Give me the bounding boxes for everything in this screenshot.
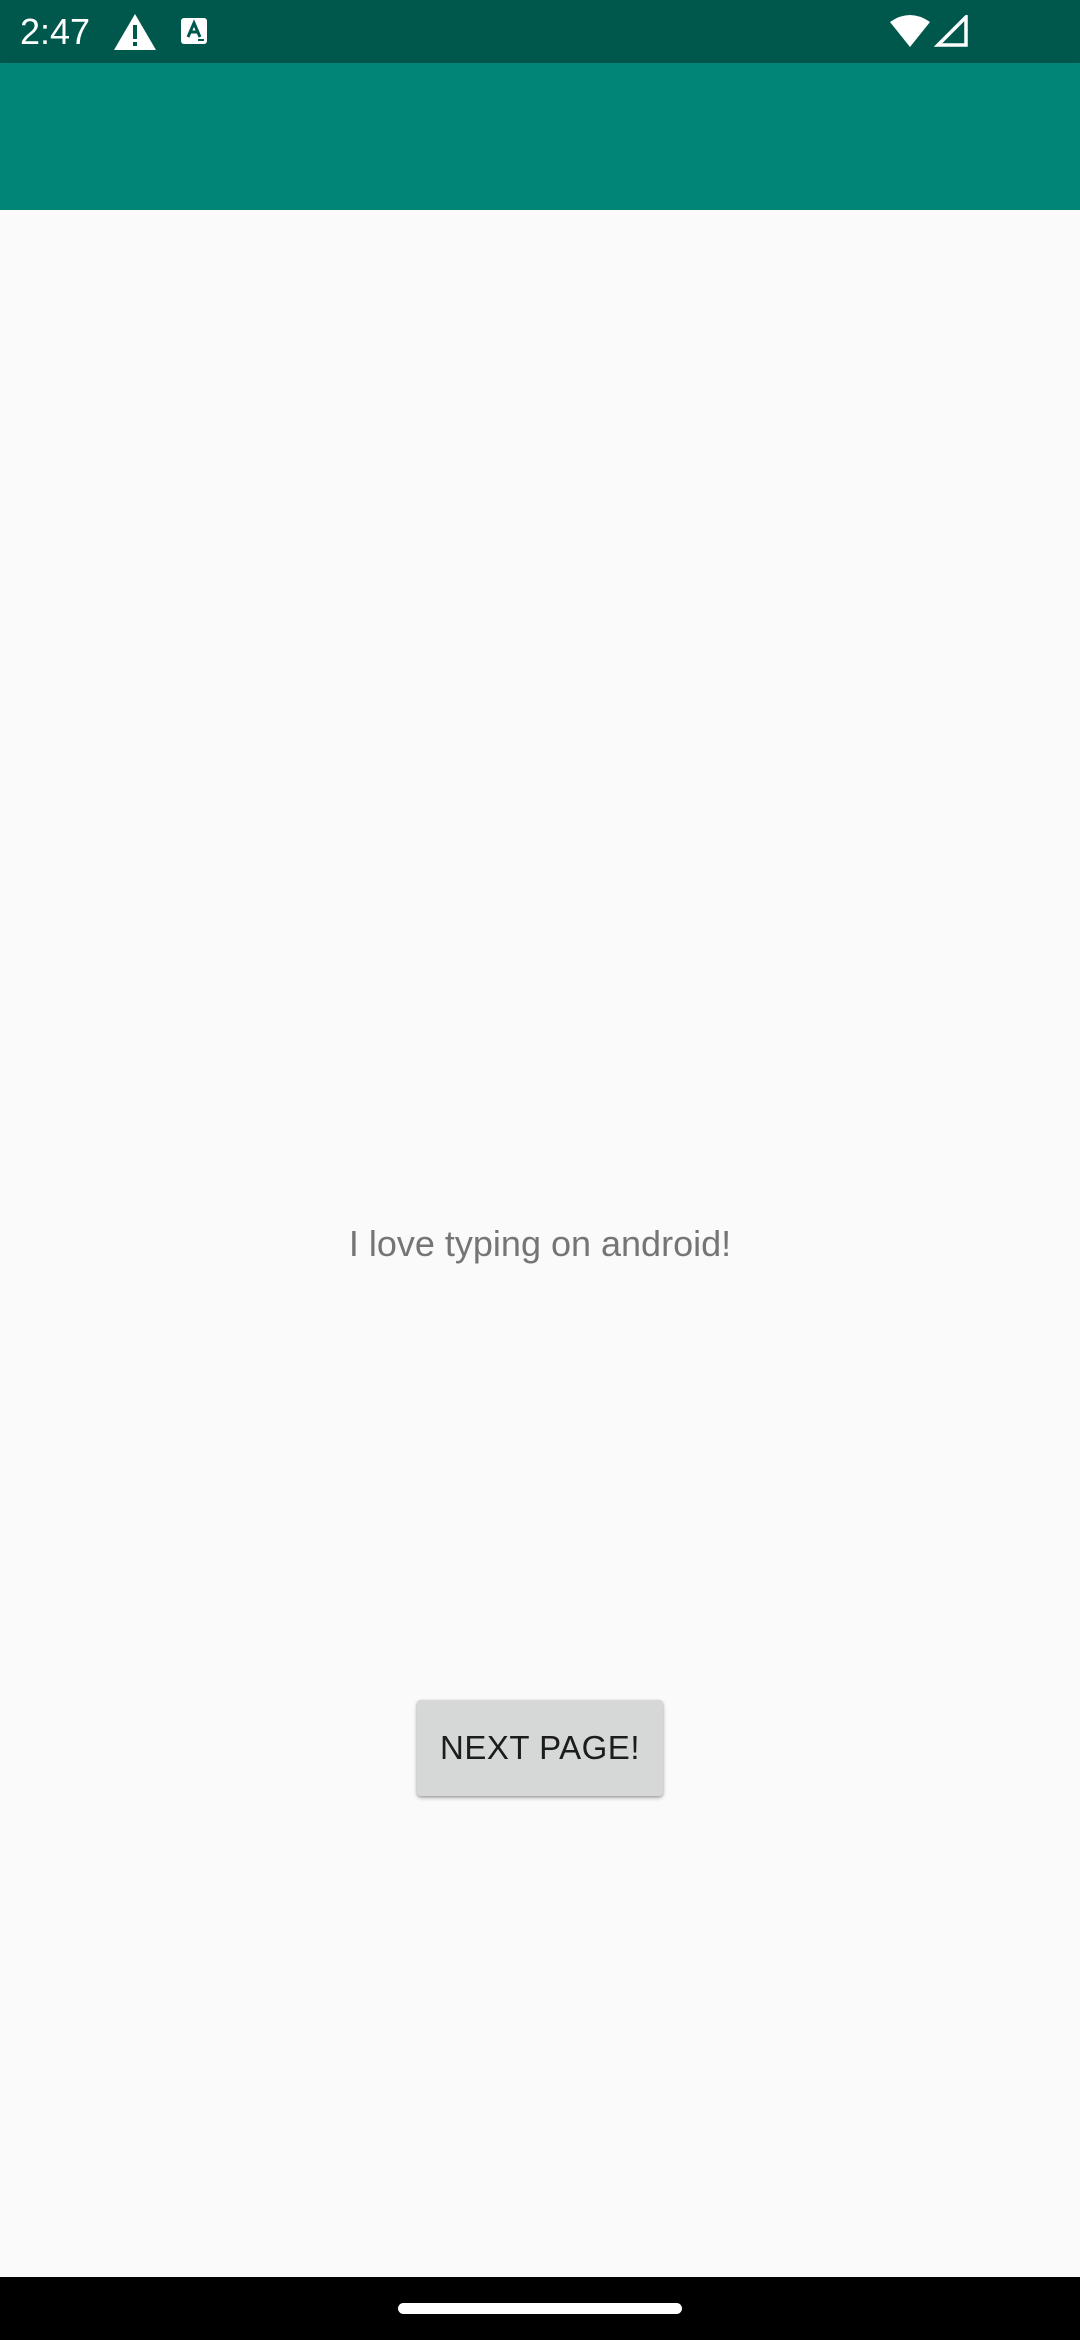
app-screen: 2:47 I love typing on android! NEXT PAGE…	[0, 0, 1080, 2340]
status-bar: 2:47	[0, 0, 1080, 63]
navigation-bar	[0, 2277, 1080, 2340]
alert-triangle-icon	[113, 13, 157, 56]
keyboard-a-icon	[180, 17, 208, 50]
wifi-icon	[890, 14, 930, 53]
next-page-button[interactable]: NEXT PAGE!	[417, 1700, 663, 1796]
cell-signal-icon	[933, 12, 968, 52]
app-bar	[0, 63, 1080, 210]
message-text: I love typing on android!	[348, 1223, 732, 1264]
status-time: 2:47	[20, 11, 91, 52]
gesture-handle[interactable]	[398, 2303, 682, 2314]
